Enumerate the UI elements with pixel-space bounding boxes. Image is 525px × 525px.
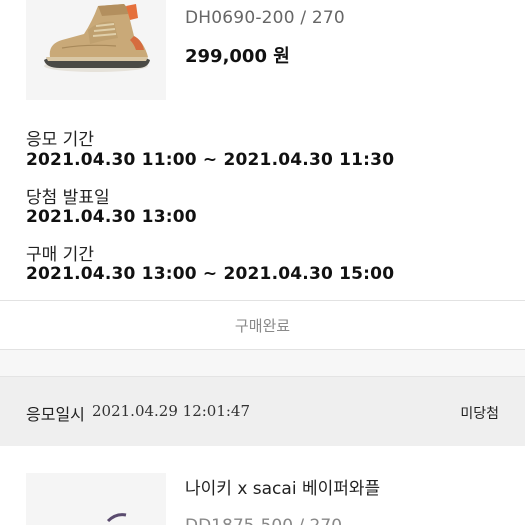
entry-period-label: 응모 기간 [26,130,94,150]
announce-date-value: 2021.04.30 13:00 [26,207,197,227]
product-thumbnail[interactable] [26,473,166,525]
draw-history-page: DH0690-200 / 270 299,000 원 응모 기간 2021.04… [0,0,525,525]
entry-period-value: 2021.04.30 11:00 ~ 2021.04.30 11:30 [26,150,395,170]
result-status-badge: 미당첨 [460,406,499,422]
purchase-period-label: 구매 기간 [26,245,94,265]
entry-header: 응모일시 2021.04.29 12:01:47 미당첨 [0,376,525,447]
product-sku-size: DH0690-200 / 270 [185,8,345,28]
product-card[interactable]: 나이키 x sacai 베이퍼와플 DD1875-500 / 270 [0,446,525,525]
entry-datetime-label: 응모일시 [26,405,85,424]
announce-date-label: 당첨 발표일 [26,188,110,208]
sneaker-image-icon [44,4,150,72]
product-thumbnail[interactable] [26,0,166,100]
entry-datetime-value: 2021.04.29 12:01:47 [92,402,251,420]
product-card[interactable]: DH0690-200 / 270 299,000 원 응모 기간 2021.04… [0,0,525,300]
purchase-complete-button[interactable]: 구매완료 [0,301,525,349]
section-gap [0,350,525,376]
purchase-period-value: 2021.04.30 13:00 ~ 2021.04.30 15:00 [26,264,395,284]
product-name: 나이키 x sacai 베이퍼와플 [185,479,381,499]
product-price: 299,000 원 [185,46,290,67]
sneaker-image-icon [106,513,127,523]
product-sku-size: DD1875-500 / 270 [185,516,342,525]
